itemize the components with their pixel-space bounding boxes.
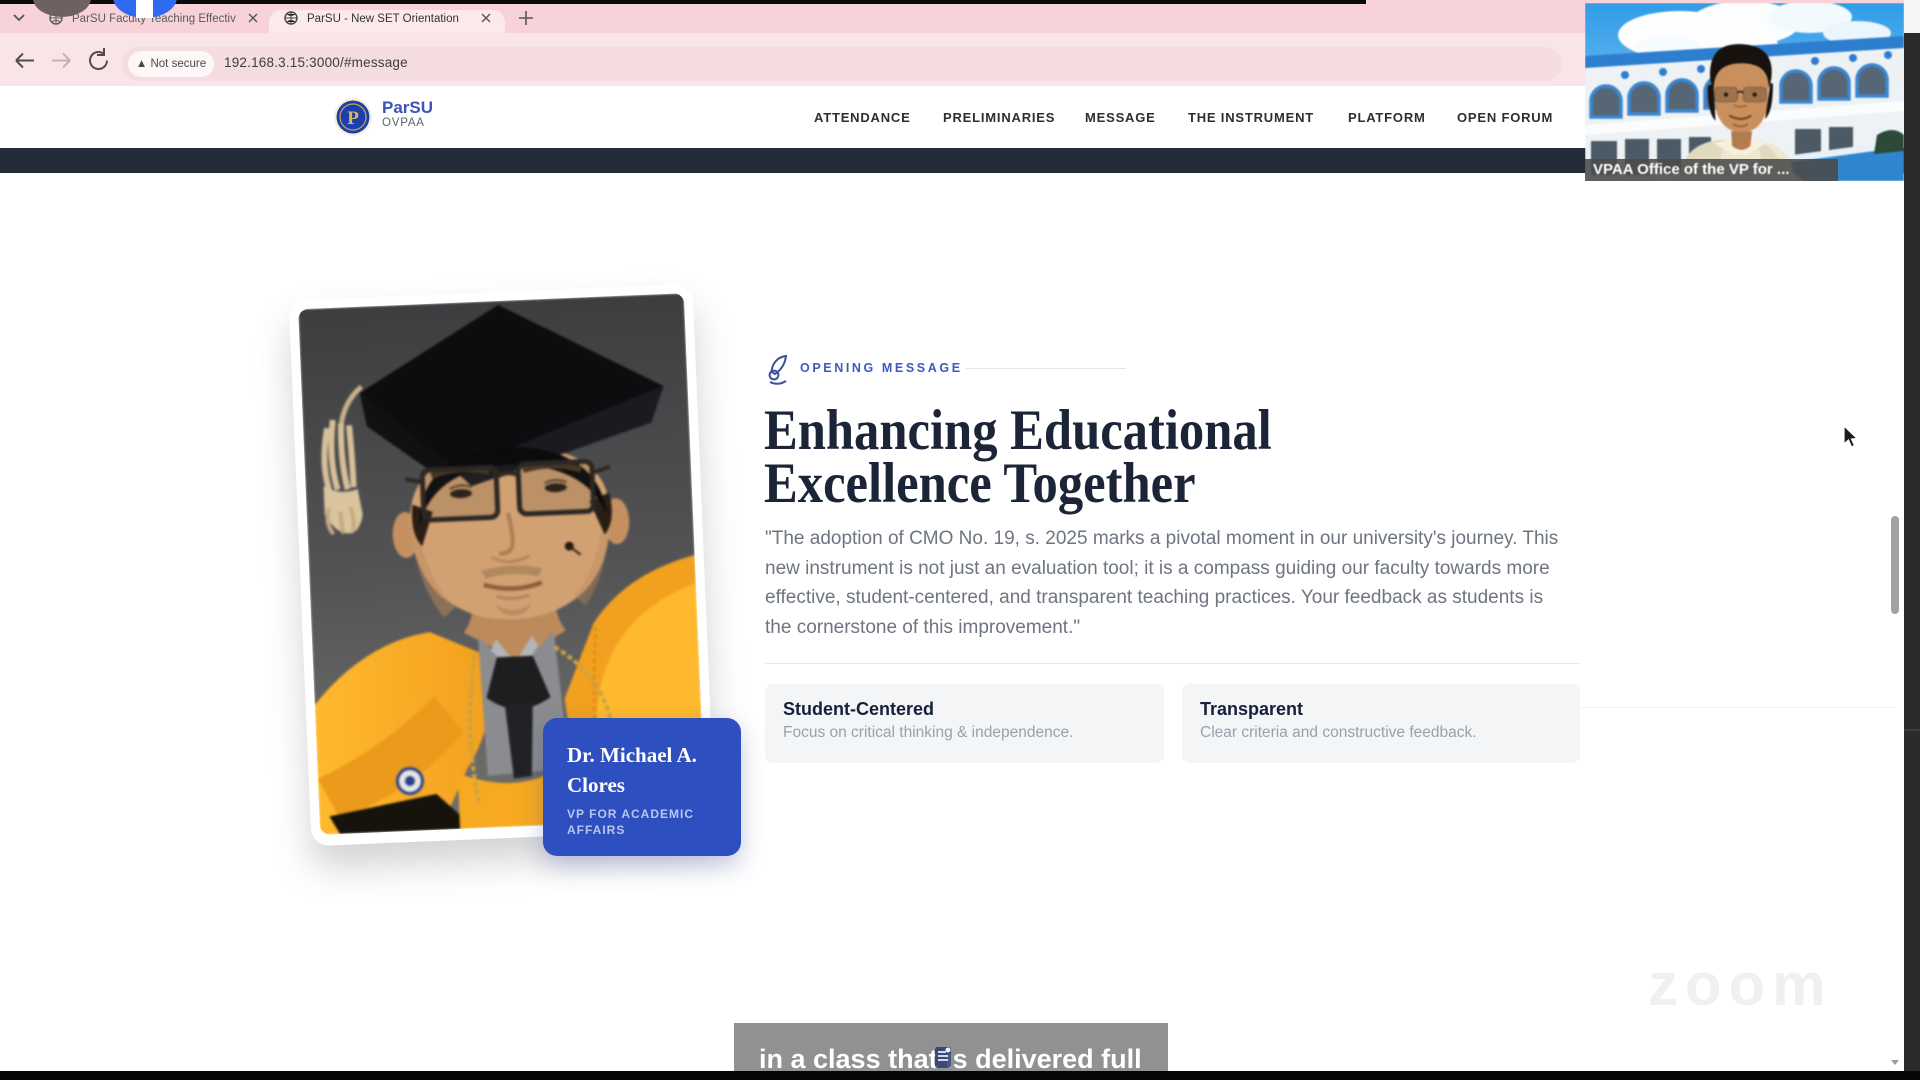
svg-text:P: P <box>347 108 359 129</box>
svg-text:ParSU - New SET Orientation: ParSU - New SET Orientation <box>307 13 459 25</box>
